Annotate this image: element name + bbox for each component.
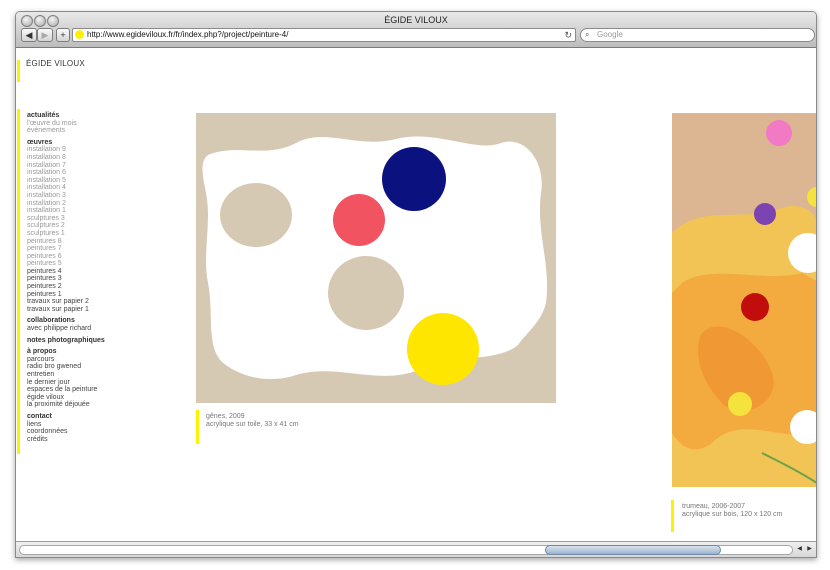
- nav-heading[interactable]: actualités: [27, 112, 105, 120]
- nav-heading[interactable]: à propos: [27, 348, 105, 356]
- scroll-track[interactable]: [19, 545, 793, 555]
- nav-heading[interactable]: collaborations: [27, 317, 105, 325]
- nav-item[interactable]: peintures 1: [27, 291, 105, 299]
- nav-item[interactable]: peintures 5: [27, 260, 105, 268]
- search-placeholder: Google: [597, 30, 623, 39]
- horizontal-scrollbar[interactable]: ◀ ▶: [16, 541, 816, 557]
- nav-item[interactable]: peintures 3: [27, 275, 105, 283]
- nav-item[interactable]: l'œuvre du mois: [27, 120, 105, 128]
- painting-genes[interactable]: [196, 113, 556, 403]
- linen-circle-left: [220, 183, 292, 247]
- caption-title-2: trumeau, 2006-2007: [682, 503, 746, 510]
- nav-item[interactable]: parcours: [27, 356, 105, 364]
- caption-accent-bar: [196, 410, 199, 444]
- nav-heading[interactable]: notes photographiques: [27, 337, 105, 345]
- nav-item[interactable]: travaux sur papier 2: [27, 298, 105, 306]
- nav-heading[interactable]: contact: [27, 413, 105, 421]
- nav-item[interactable]: travaux sur papier 1: [27, 306, 105, 314]
- nav-item[interactable]: la proximité déjouée: [27, 401, 105, 409]
- back-button[interactable]: ◀: [21, 28, 37, 42]
- nav-accent-bar: [17, 109, 20, 454]
- nav-item[interactable]: sculptures 2: [27, 222, 105, 230]
- red-dot: [333, 194, 385, 246]
- nav-item[interactable]: installation 3: [27, 192, 105, 200]
- caption-title: gênes, 2009: [206, 413, 245, 420]
- search-field[interactable]: ⌕ Google: [580, 28, 815, 42]
- nav-item[interactable]: liens: [27, 421, 105, 429]
- title-bar: ÉGIDE VILOUX ◀ ▶ + http://www.egidevilou…: [16, 12, 816, 48]
- nav-item[interactable]: avec philippe richard: [27, 325, 105, 333]
- nav-item[interactable]: évènements: [27, 127, 105, 135]
- nav-item[interactable]: sculptures 3: [27, 215, 105, 223]
- site-favicon-icon: [75, 30, 84, 39]
- yellow-dot: [407, 313, 479, 385]
- caption-accent-bar-2: [671, 500, 674, 532]
- caption-medium: acrylique sur toile, 33 x 41 cm: [206, 421, 299, 428]
- nav-item[interactable]: installation 2: [27, 200, 105, 208]
- scroll-right-arrow-icon[interactable]: ▶: [805, 545, 814, 554]
- nav-item[interactable]: crédits: [27, 436, 105, 444]
- caption-trumeau: trumeau, 2006-2007 acrylique sur bois, 1…: [682, 503, 782, 519]
- nav-item[interactable]: peintures 2: [27, 283, 105, 291]
- nav-item[interactable]: peintures 7: [27, 245, 105, 253]
- nav-item[interactable]: peintures 6: [27, 253, 105, 261]
- scroll-thumb[interactable]: [545, 545, 721, 555]
- forward-button[interactable]: ▶: [37, 28, 53, 42]
- nav-item[interactable]: installation 9: [27, 146, 105, 154]
- add-bookmark-button[interactable]: +: [56, 28, 70, 42]
- browser-window: ÉGIDE VILOUX ◀ ▶ + http://www.egidevilou…: [15, 11, 817, 558]
- pink-dot: [766, 120, 792, 146]
- scroll-left-arrow-icon[interactable]: ◀: [795, 545, 804, 554]
- nav-item[interactable]: entretien: [27, 371, 105, 379]
- nav-item[interactable]: égide viloux: [27, 394, 105, 402]
- nav-item[interactable]: sculptures 1: [27, 230, 105, 238]
- title-accent-bar: [17, 60, 20, 82]
- purple-dot: [754, 203, 776, 225]
- nav-item[interactable]: installation 8: [27, 154, 105, 162]
- nav-item[interactable]: installation 4: [27, 184, 105, 192]
- nav-item[interactable]: le dernier jour: [27, 379, 105, 387]
- linen-circle-center: [328, 256, 404, 330]
- yellow-dot-2: [728, 392, 752, 416]
- search-icon: ⌕: [585, 30, 590, 39]
- site-navigation: actualités l'œuvre du mois évènements œuvre…: [27, 112, 105, 443]
- nav-item[interactable]: installation 6: [27, 169, 105, 177]
- nav-item[interactable]: installation 5: [27, 177, 105, 185]
- nav-item[interactable]: radio bro gwened: [27, 363, 105, 371]
- nav-item[interactable]: coordonnées: [27, 428, 105, 436]
- nav-heading[interactable]: œuvres: [27, 139, 105, 147]
- reload-icon[interactable]: ↻: [564, 29, 572, 41]
- blue-dot: [382, 147, 446, 211]
- red-dot-2: [741, 293, 769, 321]
- caption-genes: gênes, 2009 acrylique sur toile, 33 x 41…: [206, 413, 299, 429]
- nav-item[interactable]: peintures 4: [27, 268, 105, 276]
- nav-item[interactable]: installation 1: [27, 207, 105, 215]
- nav-item[interactable]: espaces de la peinture: [27, 386, 105, 394]
- nav-item[interactable]: peintures 8: [27, 238, 105, 246]
- address-bar[interactable]: http://www.egideviloux.fr/fr/index.php?/…: [72, 28, 576, 42]
- caption-medium-2: acrylique sur bois, 120 x 120 cm: [682, 511, 783, 518]
- page-content: ÉGIDE VILOUX actualités l'œuvre du mois év…: [16, 48, 816, 541]
- nav-item[interactable]: installation 7: [27, 162, 105, 170]
- window-title: ÉGIDE VILOUX: [384, 15, 448, 25]
- site-title[interactable]: ÉGIDE VILOUX: [26, 59, 85, 68]
- url-text: http://www.egideviloux.fr/fr/index.php?/…: [87, 30, 289, 39]
- painting-trumeau[interactable]: [672, 113, 816, 487]
